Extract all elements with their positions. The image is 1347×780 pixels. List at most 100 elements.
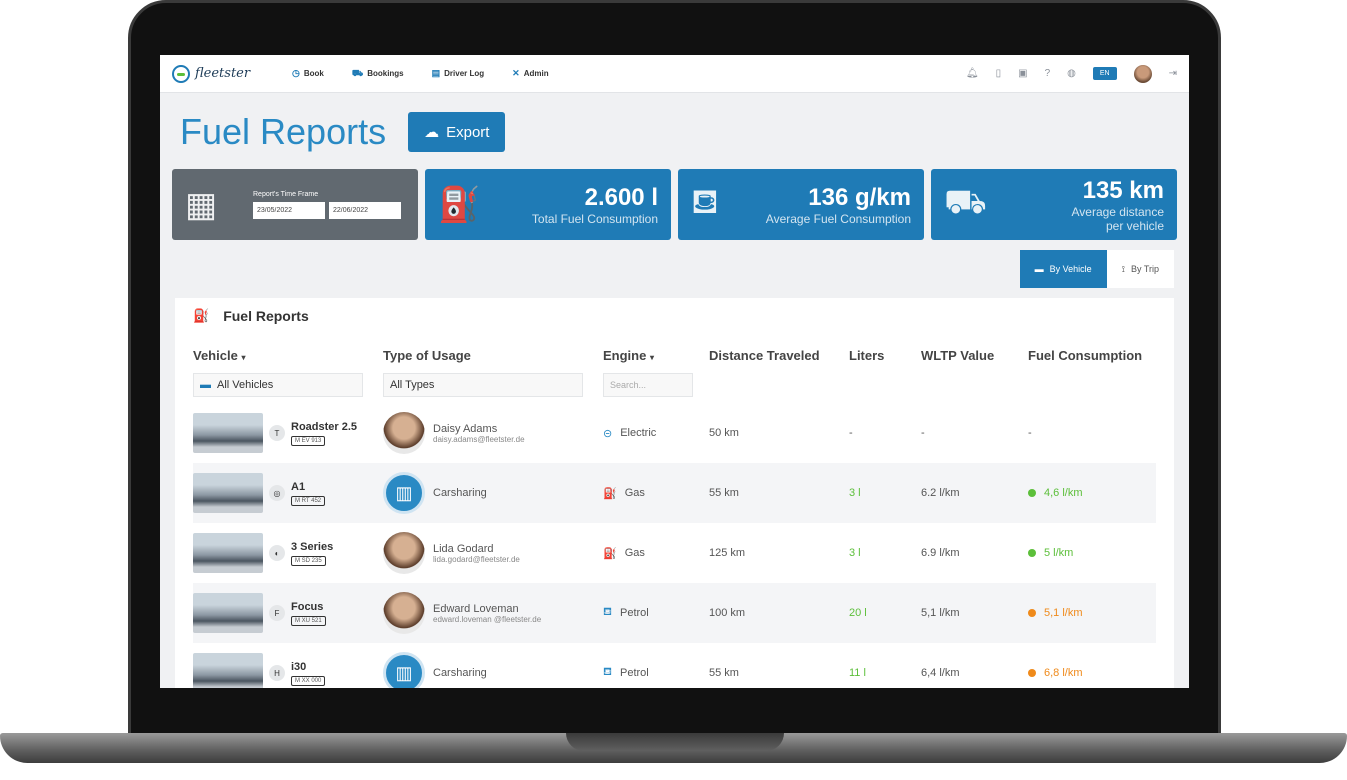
fleetster-logo[interactable]: fleetster: [172, 64, 292, 83]
column-header-distance: Distance Traveled: [709, 348, 820, 363]
kpi-value: 135 km: [1082, 176, 1164, 204]
by-vehicle-button[interactable]: ▬ By Vehicle: [1019, 250, 1107, 288]
nav-label: Book: [303, 69, 324, 78]
filter-value: All Types: [390, 379, 435, 391]
status-dot: [1028, 669, 1036, 677]
bell-icon[interactable]: 🔔︎: [966, 68, 979, 79]
vehicle-photo: [193, 533, 263, 573]
table-row[interactable]: ◎ A1 M RT 452 ▥ Carsharing ⛽ Gas 55 km 3 …: [193, 463, 1156, 523]
card-title: ⛽ Fuel Reports: [193, 308, 1156, 324]
driver-email: daisy.adams@fleetster.de: [433, 434, 525, 444]
logo-icon: [172, 64, 190, 83]
date-to-input[interactable]: [329, 201, 401, 219]
liters-cell: 3 l: [849, 547, 861, 559]
cloud-upload-icon: ☁: [424, 124, 440, 141]
kpi-value: 2.600 l: [584, 183, 658, 211]
liters-cell: 20 l: [849, 607, 867, 619]
page-title: Fuel Reports: [180, 111, 387, 152]
table-row[interactable]: T Roadster 2.5 M EV 913 Daisy Adams dais…: [193, 403, 1156, 463]
timeframe-label: Report's Time Frame: [253, 190, 319, 198]
page-header: Fuel Reports ☁ Export: [160, 93, 1189, 161]
driver-email: lida.godard@fleetster.de: [433, 554, 520, 564]
status-dot: [1028, 549, 1036, 557]
liters-cell: 11 l: [849, 667, 866, 679]
liters-cell: -: [849, 427, 853, 439]
toggle-label: By Vehicle: [1049, 264, 1092, 274]
language-selector[interactable]: EN: [1092, 67, 1117, 80]
driver-name: Carsharing: [433, 667, 487, 679]
engine-type: Gas: [624, 487, 645, 499]
license-plate: M EV 913: [291, 435, 326, 446]
nav-book[interactable]: ◷ Book: [292, 68, 324, 79]
brand-logo-icon: ◐: [269, 545, 285, 561]
car-location-icon: ⛟: [944, 182, 987, 221]
usage-filter[interactable]: All Types: [383, 373, 583, 397]
view-toggle: ▬ By Vehicle ⟟ By Trip: [160, 240, 1189, 288]
engine-type: Petrol: [620, 667, 649, 679]
nav-label: Driver Log: [444, 69, 485, 78]
status-dot: [1028, 489, 1036, 497]
driver-name: Daisy Adams: [433, 422, 498, 435]
brand-logo-icon: ◎: [269, 485, 285, 501]
fuel-pump-icon: ⛽: [438, 185, 481, 224]
table-row[interactable]: H i30 M XX 000 ▥ Carsharing ⛾ Petrol 55 k…: [193, 643, 1156, 688]
wrench-icon: ✕: [512, 68, 520, 78]
monitor-icon[interactable]: ▣: [1018, 68, 1027, 79]
license-plate: M SD 235: [291, 555, 326, 566]
driver-name: Carsharing: [433, 487, 487, 499]
carsharing-icon: ▥: [383, 472, 425, 514]
driver-avatar: [383, 412, 425, 454]
kpi-label: Average Fuel Consumption: [765, 211, 911, 226]
route-icon: ⟟: [1121, 263, 1125, 274]
table-row[interactable]: F Focus M XU 521 Edward Loveman edward.l…: [193, 583, 1156, 643]
driver-avatar: [383, 592, 425, 634]
laptop-notch: [566, 733, 784, 751]
fuel-report-table-card: ⛽ Fuel Reports Vehicle ▾ Type of Usage E…: [175, 298, 1174, 688]
nav-label: Admin: [523, 69, 549, 78]
vehicle-filter[interactable]: ▬ All Vehicles: [193, 373, 363, 397]
nav-driver-log[interactable]: ▤ Driver Log: [432, 68, 485, 79]
column-header-engine[interactable]: Engine ▾: [603, 348, 709, 373]
kpi-value: 136 g/km: [808, 183, 911, 211]
vehicle-name: i30: [291, 660, 307, 673]
gas-icon: ⛽: [603, 547, 617, 560]
nav-bookings[interactable]: ⛟ Bookings: [352, 68, 404, 80]
license-plate: M XX 000: [291, 675, 326, 686]
petrol-icon: ⛾: [603, 666, 612, 678]
wltp-cell: -: [921, 427, 925, 439]
vehicle-photo: [193, 593, 263, 633]
engine-search-input[interactable]: Search...: [603, 373, 693, 397]
kpi-label: per vehicle: [1105, 218, 1164, 233]
help-icon[interactable]: ?: [1045, 68, 1051, 79]
globe-icon[interactable]: ◍: [1067, 68, 1076, 79]
document-icon[interactable]: ▯: [996, 68, 1002, 79]
carsharing-icon: ▥: [383, 652, 425, 688]
kpi-label: Total Fuel Consumption: [531, 211, 658, 226]
fuel-report-table: Vehicle ▾ Type of Usage Engine ▾ Distanc…: [193, 348, 1156, 688]
logbook-icon: ▤: [431, 68, 441, 78]
nav-admin[interactable]: ✕ Admin: [512, 68, 548, 79]
column-header-consumption: Fuel Consumption: [1028, 348, 1143, 363]
kpi-row: ▦ Report's Time Frame ⛽ 2.600 l Total Fu…: [160, 161, 1189, 240]
consumption-value: -: [1028, 427, 1032, 439]
average-fuel-card: ⛾ 136 g/km Average Fuel Consumption: [678, 169, 924, 240]
wltp-cell: 5,1 l/km: [921, 607, 960, 619]
export-button[interactable]: ☁ Export: [408, 112, 506, 152]
date-from-input[interactable]: [253, 201, 325, 219]
kpi-label: Average distance: [1071, 204, 1164, 219]
engine-type: Electric: [620, 427, 657, 439]
by-trip-button[interactable]: ⟟ By Trip: [1106, 250, 1174, 288]
calendar-clock-icon: ▦: [185, 185, 218, 224]
driver-email: edward.loveman @fleetster.de: [433, 614, 542, 624]
column-header-vehicle[interactable]: Vehicle ▾: [193, 348, 383, 373]
logout-icon[interactable]: ⇥: [1169, 68, 1177, 79]
table-row[interactable]: ◐ 3 Series M SD 235 Lida Godard lida.god…: [193, 523, 1156, 583]
nav-label: Bookings: [367, 69, 404, 78]
user-avatar[interactable]: [1133, 64, 1152, 83]
electric-icon: ⊝: [603, 427, 613, 440]
column-header-liters: Liters: [849, 348, 885, 363]
filter-placeholder: Search...: [610, 380, 647, 390]
logo-text: fleetster: [195, 66, 251, 81]
license-plate: M RT 452: [291, 495, 326, 506]
column-header-usage: Type of Usage: [383, 348, 471, 363]
